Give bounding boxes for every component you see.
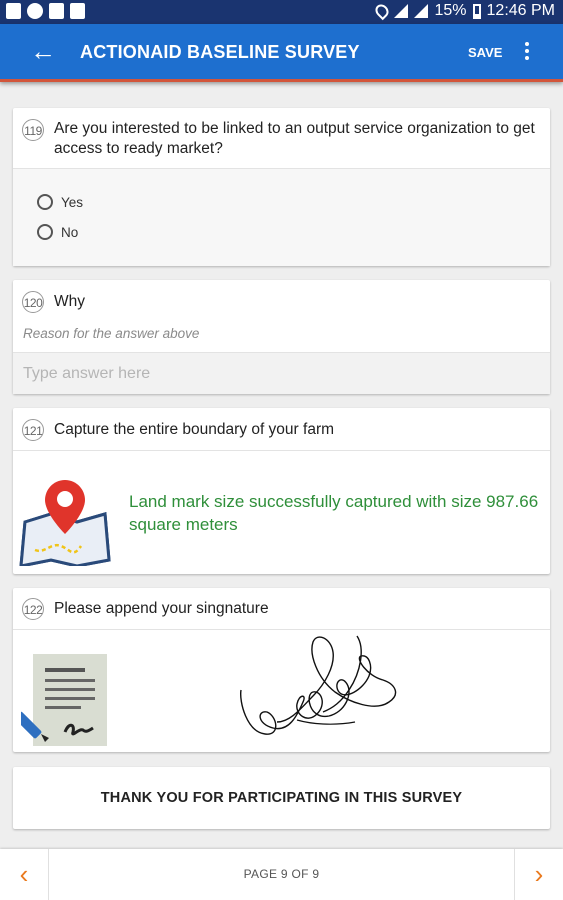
location-icon	[373, 1, 392, 21]
question-card-121: 121 Capture the entire boundary of your …	[13, 408, 550, 574]
chevron-right-icon[interactable]: ›	[514, 849, 563, 900]
radio-option-no[interactable]: No	[37, 224, 78, 240]
app-bar: ← ACTIONAID BASELINE SURVEY SAVE	[0, 24, 563, 82]
question-text: Are you interested to be linked to an ou…	[54, 120, 535, 157]
question-text: Capture the entire boundary of your farm	[54, 421, 335, 438]
question-hint: Reason for the answer above	[23, 326, 200, 341]
question-text: Please append your singnature	[54, 600, 269, 617]
notification-icons	[6, 3, 85, 19]
question-number: 120	[22, 291, 44, 313]
clock: 12:46 PM	[486, 2, 555, 19]
signature-drawing[interactable]	[237, 632, 407, 744]
thank-you-card: THANK YOU FOR PARTICIPATING IN THIS SURV…	[13, 767, 550, 829]
pagination-bar: ‹ PAGE 9 OF 9 ›	[0, 849, 563, 900]
more-vert-icon[interactable]	[520, 40, 534, 64]
chevron-left-icon[interactable]: ‹	[0, 849, 49, 900]
answer-input[interactable]	[13, 352, 550, 394]
page-indicator: PAGE 9 OF 9	[243, 867, 320, 881]
question-card-120: 120 Why Reason for the answer above	[13, 280, 550, 394]
image-icon	[70, 3, 85, 19]
question-card-122: 122 Please append your singnature	[13, 588, 550, 752]
gallery-icon	[49, 3, 64, 19]
thank-you-text: THANK YOU FOR PARTICIPATING IN THIS SURV…	[100, 790, 463, 806]
battery-percent: 15%	[434, 2, 467, 19]
wifi-icon	[394, 4, 409, 18]
question-number: 121	[22, 419, 44, 441]
question-card-119: 119 Are you interested to be linked to a…	[13, 108, 550, 266]
question-number: 119	[22, 119, 44, 141]
radio-option-yes[interactable]: Yes	[37, 194, 83, 210]
radio-label: No	[61, 224, 79, 240]
radio-button[interactable]	[37, 194, 53, 210]
signature-document-icon[interactable]	[21, 652, 109, 748]
question-text: Why	[54, 293, 85, 310]
back-arrow-icon[interactable]: ←	[30, 37, 56, 65]
radio-label: Yes	[61, 194, 84, 210]
status-bar: 15% 12:46 PM	[0, 0, 563, 24]
notification-icon	[6, 3, 21, 19]
whatsapp-icon	[27, 3, 43, 19]
page-title: ACTIONAID BASELINE SURVEY	[80, 42, 360, 62]
radio-button[interactable]	[37, 224, 53, 240]
map-pin-icon[interactable]	[17, 476, 113, 566]
signal-icon	[414, 4, 429, 18]
question-number: 122	[22, 598, 44, 620]
battery-icon	[472, 3, 481, 19]
capture-status: Land mark size successfully captured wit…	[129, 492, 539, 534]
system-icons: 15% 12:46 PM	[373, 1, 555, 21]
save-button[interactable]: SAVE	[468, 45, 502, 60]
